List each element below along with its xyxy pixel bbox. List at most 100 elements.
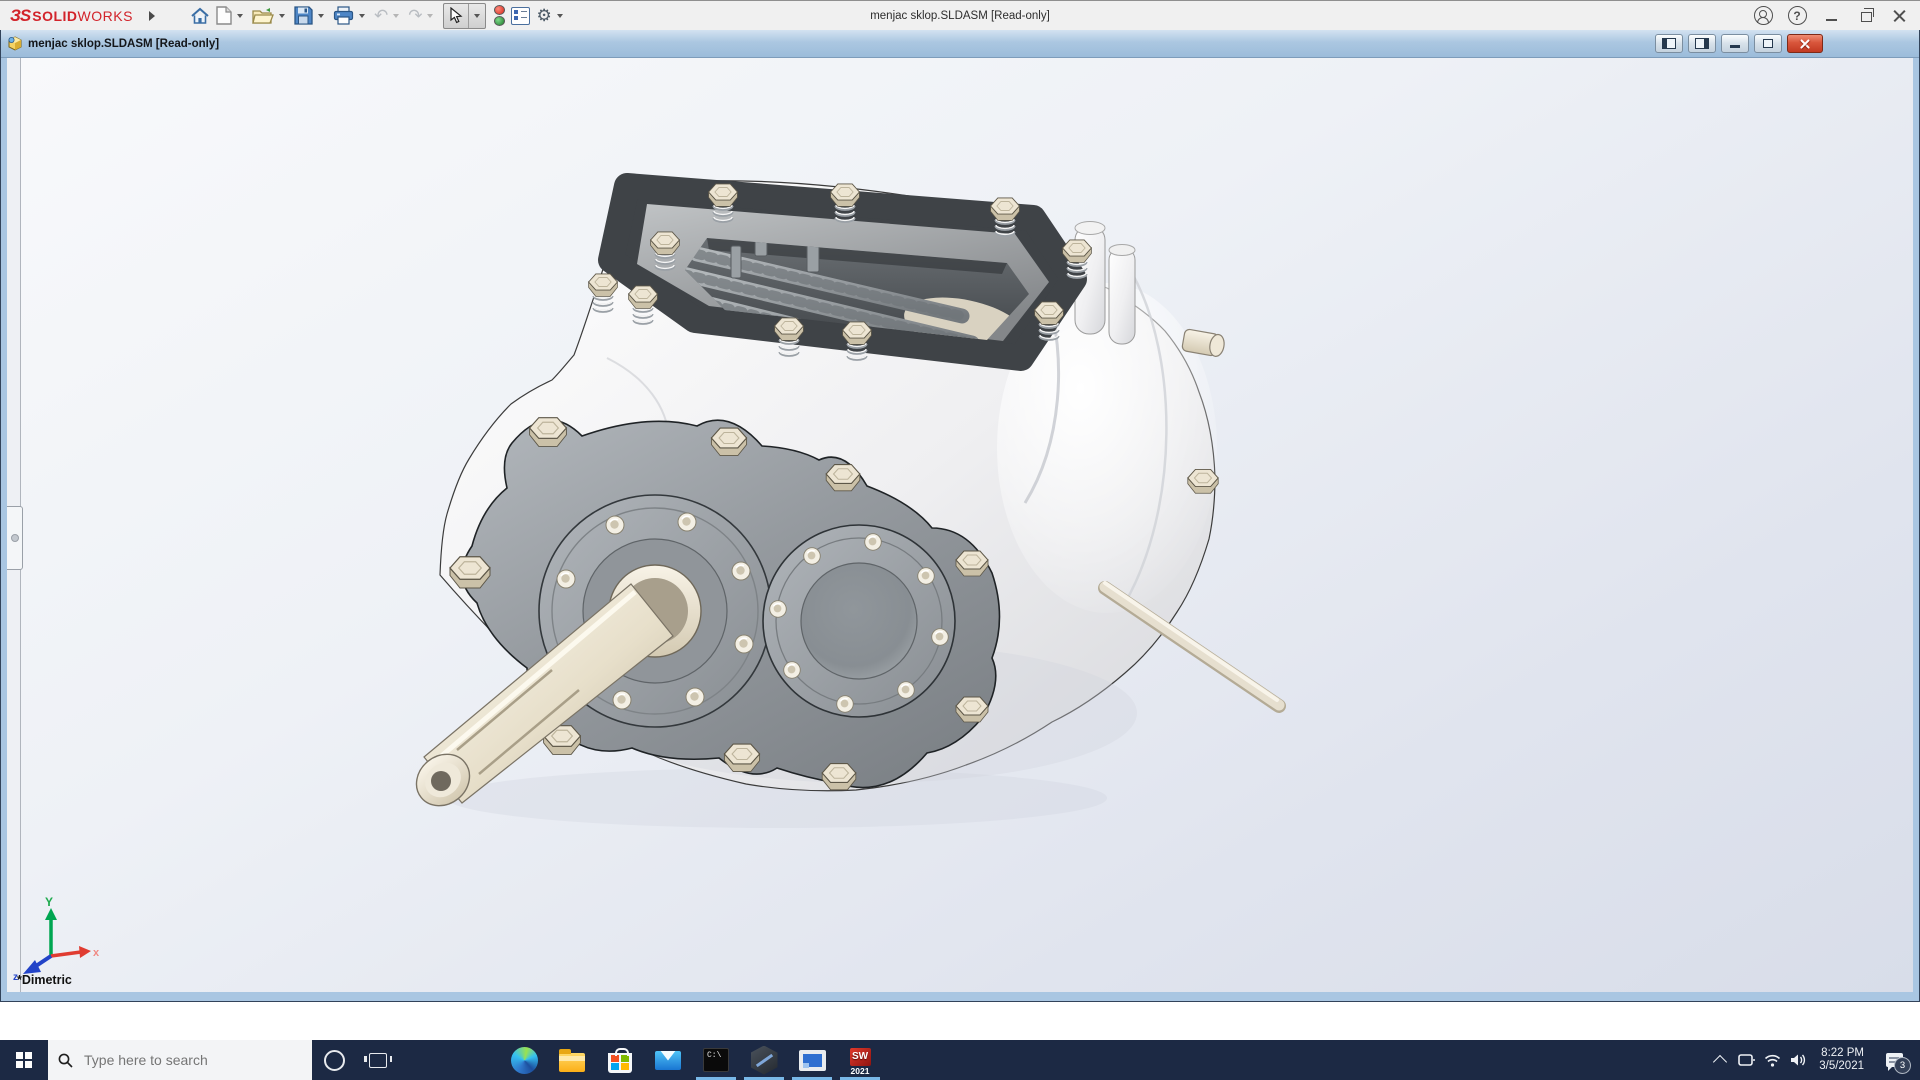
mail-icon	[655, 1050, 681, 1070]
help-button[interactable]: ?	[1782, 3, 1812, 29]
cortana-button[interactable]	[312, 1040, 356, 1080]
close-icon	[1893, 9, 1906, 22]
home-button[interactable]	[187, 4, 213, 28]
solidworks-logo-mark: ЗS	[10, 5, 31, 25]
gearbox-assembly[interactable]	[406, 173, 1286, 828]
side-bearing-cover[interactable]	[762, 524, 956, 718]
taskbar-file-explorer[interactable]	[548, 1040, 596, 1080]
undo-button[interactable]: ↶	[371, 4, 391, 28]
media-player-icon	[798, 1049, 826, 1071]
taskbar-clock[interactable]: 8:22 PM 3/5/2021	[1811, 1047, 1874, 1073]
options-dropdown-arrow-icon[interactable]	[556, 13, 563, 18]
command-prompt-icon: C:\	[703, 1048, 729, 1072]
rebuild-button[interactable]	[490, 4, 508, 28]
taskbar-mail[interactable]	[644, 1040, 692, 1080]
doc-restore-icon	[1763, 39, 1773, 48]
user-account-icon	[1753, 6, 1773, 25]
tablet-mode-button[interactable]	[1733, 1040, 1759, 1080]
search-icon	[58, 1053, 73, 1068]
save-icon	[294, 6, 313, 25]
menu-expand-arrow-icon[interactable]	[148, 10, 155, 21]
graphics-viewport[interactable]: Y x z *Dimetric	[7, 58, 1913, 992]
minimize-button[interactable]	[1816, 3, 1846, 29]
reference-triad[interactable]: Y x z	[11, 888, 103, 984]
panel-splitter-tab[interactable]	[7, 506, 23, 570]
restore-icon	[1861, 8, 1874, 22]
restore-button[interactable]	[1850, 3, 1880, 29]
select-cursor-icon	[450, 7, 463, 24]
close-button[interactable]	[1884, 3, 1914, 29]
taskbar-solidworks[interactable]: SW 2021	[836, 1040, 884, 1080]
taskbar-command-prompt[interactable]: C:\	[692, 1040, 740, 1080]
document-window-controls	[1655, 34, 1823, 53]
open-dropdown-arrow-icon[interactable]	[278, 13, 285, 18]
undo-dropdown-arrow-icon[interactable]	[393, 13, 400, 18]
screen: ЗS SOLID WORKS ↶ ↷ ⚙ menjac sklop.SLDASM…	[0, 0, 1920, 1080]
document-titlebar[interactable]: menjac sklop.SLDASM [Read-only]	[1, 30, 1919, 58]
new-dropdown-arrow-icon[interactable]	[236, 13, 243, 18]
taskbar-media-player[interactable]	[788, 1040, 836, 1080]
gearbox-3d-model[interactable]	[7, 58, 1913, 992]
pane-right-button[interactable]	[1688, 34, 1716, 53]
taskbar-store[interactable]	[596, 1040, 644, 1080]
select-tool-button[interactable]	[444, 4, 468, 28]
print-dropdown-arrow-icon[interactable]	[358, 13, 365, 18]
select-tool-active	[443, 2, 487, 29]
new-document-icon	[216, 6, 232, 25]
file-properties-icon	[511, 6, 531, 25]
solidworks-cube-icon: SW	[849, 1047, 871, 1066]
account-button[interactable]	[1748, 3, 1778, 29]
open-button[interactable]	[249, 4, 277, 28]
rebuild-traffic-light-icon	[493, 5, 505, 26]
taskbar-edge[interactable]	[500, 1040, 548, 1080]
new-document-button[interactable]	[213, 4, 235, 28]
system-tray: 8:22 PM 3/5/2021 3	[1707, 1040, 1920, 1080]
doc-minimize-button[interactable]	[1721, 34, 1749, 53]
search-input[interactable]	[82, 1051, 266, 1069]
chevron-up-icon	[1713, 1054, 1728, 1070]
doc-close-icon	[1799, 38, 1811, 50]
window-controls: ?	[1748, 1, 1914, 30]
doc-restore-button[interactable]	[1754, 34, 1782, 53]
assembly-document-icon	[8, 36, 22, 51]
action-center-button[interactable]: 3	[1874, 1040, 1914, 1080]
store-icon	[608, 1047, 632, 1073]
document-title: menjac sklop.SLDASM [Read-only]	[28, 37, 220, 50]
doc-close-button[interactable]	[1787, 34, 1823, 53]
home-icon	[191, 7, 209, 24]
select-dropdown-button[interactable]	[468, 3, 485, 28]
start-button[interactable]	[0, 1040, 48, 1080]
task-view-icon	[364, 1052, 392, 1068]
hexagon-app-icon	[750, 1045, 778, 1075]
pane-left-button[interactable]	[1655, 34, 1683, 53]
doc-minimize-icon	[1730, 45, 1740, 48]
status-strip	[0, 1002, 1920, 1040]
taskbar: C:\ SW 2021	[0, 1040, 1920, 1080]
triad-y-label: Y	[45, 895, 53, 909]
save-dropdown-arrow-icon[interactable]	[317, 13, 324, 18]
save-button[interactable]	[291, 4, 316, 28]
tray-expand-button[interactable]	[1707, 1040, 1733, 1080]
select-dropdown-arrow-icon	[474, 13, 481, 18]
wifi-icon	[1764, 1054, 1780, 1067]
view-orientation-label: *Dimetric	[17, 973, 72, 987]
task-view-button[interactable]	[356, 1040, 400, 1080]
edge-icon	[510, 1046, 538, 1074]
redo-dropdown-arrow-icon[interactable]	[427, 13, 434, 18]
taskbar-hexagon-app[interactable]	[740, 1040, 788, 1080]
network-button[interactable]	[1759, 1040, 1785, 1080]
clock-date: 3/5/2021	[1819, 1060, 1864, 1072]
splitter-grip-icon	[11, 534, 19, 542]
file-properties-button[interactable]	[508, 4, 533, 28]
app-title: menjac sklop.SLDASM [Read-only]	[870, 9, 1050, 22]
options-button[interactable]: ⚙	[533, 4, 554, 28]
cortana-icon	[323, 1049, 345, 1071]
minimize-icon	[1825, 18, 1837, 21]
taskbar-search[interactable]	[48, 1040, 312, 1080]
pane-right-icon	[1695, 38, 1709, 49]
volume-button[interactable]	[1785, 1040, 1811, 1080]
pane-left-icon	[1662, 38, 1676, 49]
taskbar-spacer	[400, 1040, 500, 1080]
print-button[interactable]	[330, 4, 357, 28]
redo-button[interactable]: ↷	[405, 4, 425, 28]
